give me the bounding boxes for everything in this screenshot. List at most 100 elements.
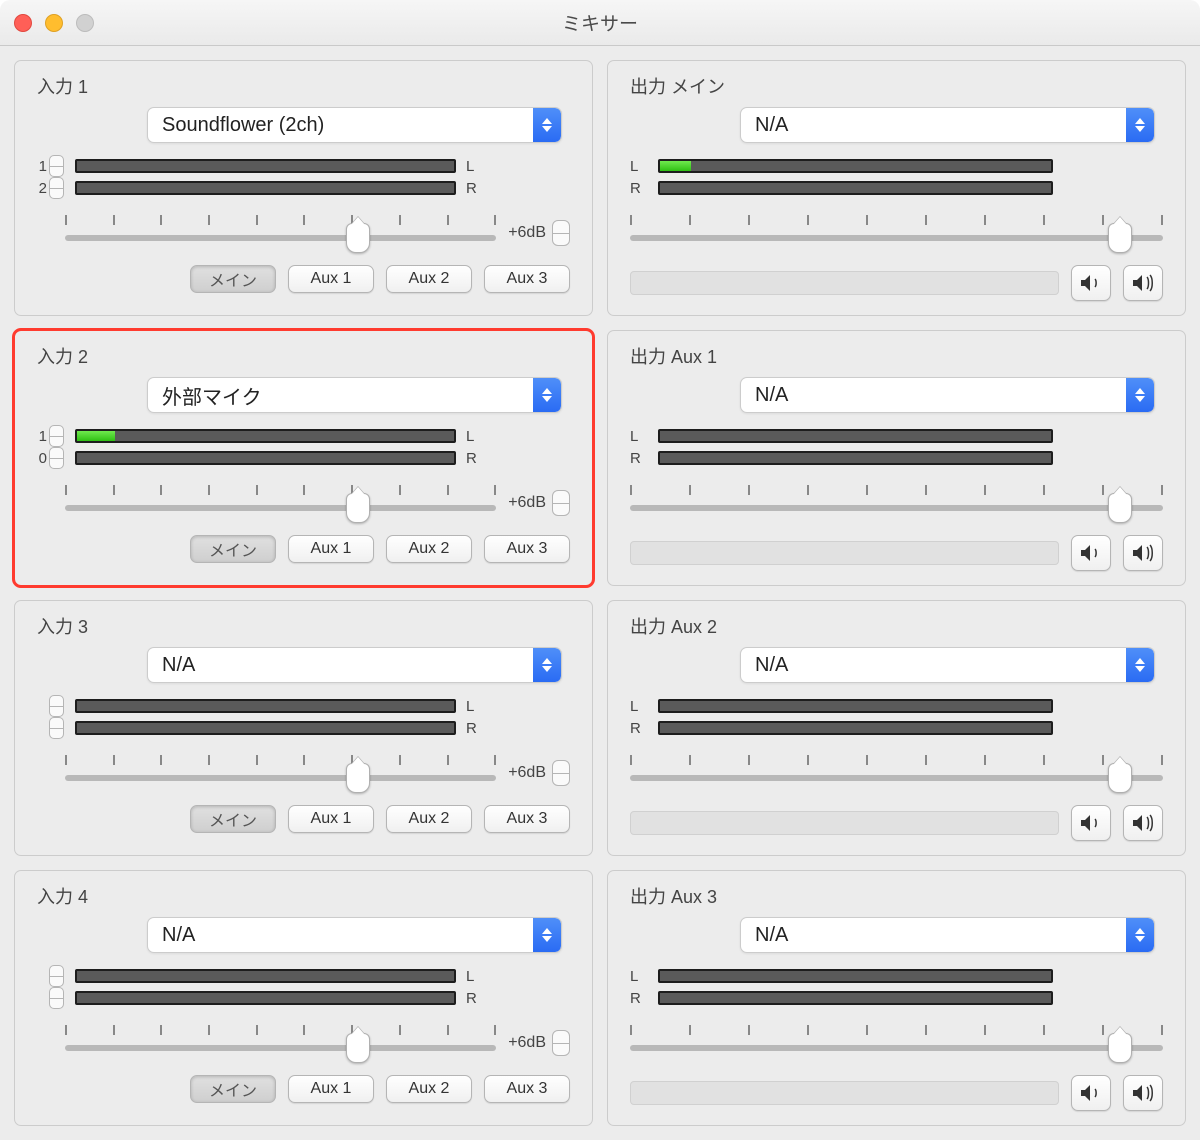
volume-slider[interactable] [630,755,1163,791]
bus-main-button[interactable]: メイン [190,535,276,563]
input-device-select[interactable]: N/A [147,917,562,953]
level-meter [658,451,1053,465]
channel-stepper[interactable]: 1 [37,155,65,177]
input-title: 入力 2 [37,343,570,369]
bus-main-button[interactable]: メイン [190,1075,276,1103]
speaker-high-button[interactable] [1123,805,1163,841]
speaker-high-button[interactable] [1123,265,1163,301]
speaker-low-button[interactable] [1071,1075,1111,1111]
output-title: 出力 Aux 1 [630,343,1163,369]
output-device-select[interactable]: N/A [740,377,1155,413]
stepper-arrows-icon [49,695,64,717]
output-title: 出力 メイン [630,73,1163,99]
stepper-arrows-icon [49,987,64,1009]
input-card-3: 入力 3 N/A L [14,600,593,856]
bus-aux3-button[interactable]: Aux 3 [484,265,570,293]
window-close-button[interactable] [14,14,32,32]
stepper-arrows-icon [49,447,64,469]
output-title: 出力 Aux 2 [630,613,1163,639]
window-minimize-button[interactable] [45,14,63,32]
level-meter [658,721,1053,735]
bus-aux3-button[interactable]: Aux 3 [484,805,570,833]
output-balance-bar[interactable] [630,541,1059,565]
stepper-arrows-icon [49,717,64,739]
bus-aux1-button[interactable]: Aux 1 [288,1075,374,1103]
input-title: 入力 3 [37,613,570,639]
gain-slider[interactable] [65,485,496,521]
speaker-low-button[interactable] [1071,535,1111,571]
output-device-select[interactable]: N/A [740,107,1155,143]
bus-aux2-button[interactable]: Aux 2 [386,805,472,833]
channel-stepper[interactable] [37,695,65,717]
channel-stepper[interactable] [37,987,65,1009]
chevron-updown-icon [533,648,561,682]
output-balance-bar[interactable] [630,1081,1059,1105]
titlebar: ミキサー [0,0,1200,46]
chevron-updown-icon [533,108,561,142]
level-meter [75,429,456,443]
output-device-label: N/A [741,114,1126,137]
db-label: +6dB [508,1034,546,1052]
output-card-1: 出力 メイン N/A L R [607,60,1186,316]
level-meter [658,699,1053,713]
channel-stepper[interactable]: 1 [37,425,65,447]
volume-slider[interactable] [630,485,1163,521]
db-stepper[interactable] [552,220,570,246]
input-card-1: 入力 1 Soundflower (2ch) 1 L 2 [14,60,593,316]
level-meter [75,159,456,173]
level-meter [658,429,1053,443]
volume-slider[interactable] [630,1025,1163,1061]
bus-aux2-button[interactable]: Aux 2 [386,265,472,293]
channel-stepper[interactable]: 2 [37,177,65,199]
bus-aux3-button[interactable]: Aux 3 [484,1075,570,1103]
speaker-low-button[interactable] [1071,805,1111,841]
bus-aux1-button[interactable]: Aux 1 [288,535,374,563]
input-title: 入力 4 [37,883,570,909]
output-device-select[interactable]: N/A [740,917,1155,953]
speaker-low-button[interactable] [1071,265,1111,301]
bus-main-button[interactable]: メイン [190,805,276,833]
input-device-label: Soundflower (2ch) [148,114,533,137]
output-title: 出力 Aux 3 [630,883,1163,909]
output-device-select[interactable]: N/A [740,647,1155,683]
level-meter [75,699,456,713]
input-device-label: 外部マイク [148,381,533,410]
input-device-label: N/A [148,654,533,677]
db-label: +6dB [508,494,546,512]
chevron-updown-icon [1126,378,1154,412]
level-meter [658,969,1053,983]
volume-slider[interactable] [630,215,1163,251]
level-meter [75,181,456,195]
bus-aux1-button[interactable]: Aux 1 [288,265,374,293]
channel-stepper[interactable] [37,965,65,987]
bus-aux1-button[interactable]: Aux 1 [288,805,374,833]
output-card-4: 出力 Aux 3 N/A L R [607,870,1186,1126]
input-device-select[interactable]: Soundflower (2ch) [147,107,562,143]
db-stepper[interactable] [552,1030,570,1056]
bus-aux2-button[interactable]: Aux 2 [386,1075,472,1103]
output-balance-bar[interactable] [630,811,1059,835]
speaker-high-button[interactable] [1123,535,1163,571]
bus-aux2-button[interactable]: Aux 2 [386,535,472,563]
output-card-2: 出力 Aux 1 N/A L R [607,330,1186,586]
output-device-label: N/A [741,384,1126,407]
db-label: +6dB [508,224,546,242]
speaker-high-button[interactable] [1123,1075,1163,1111]
input-device-select[interactable]: N/A [147,647,562,683]
input-device-select[interactable]: 外部マイク [147,377,562,413]
channel-stepper[interactable] [37,717,65,739]
level-meter [658,991,1053,1005]
gain-slider[interactable] [65,755,496,791]
output-balance-bar[interactable] [630,271,1059,295]
gain-slider[interactable] [65,215,496,251]
stepper-arrows-icon [49,155,64,177]
db-stepper[interactable] [552,490,570,516]
input-device-label: N/A [148,924,533,947]
channel-stepper[interactable]: 0 [37,447,65,469]
level-meter [75,721,456,735]
gain-slider[interactable] [65,1025,496,1061]
level-meter [75,969,456,983]
db-stepper[interactable] [552,760,570,786]
bus-main-button[interactable]: メイン [190,265,276,293]
bus-aux3-button[interactable]: Aux 3 [484,535,570,563]
